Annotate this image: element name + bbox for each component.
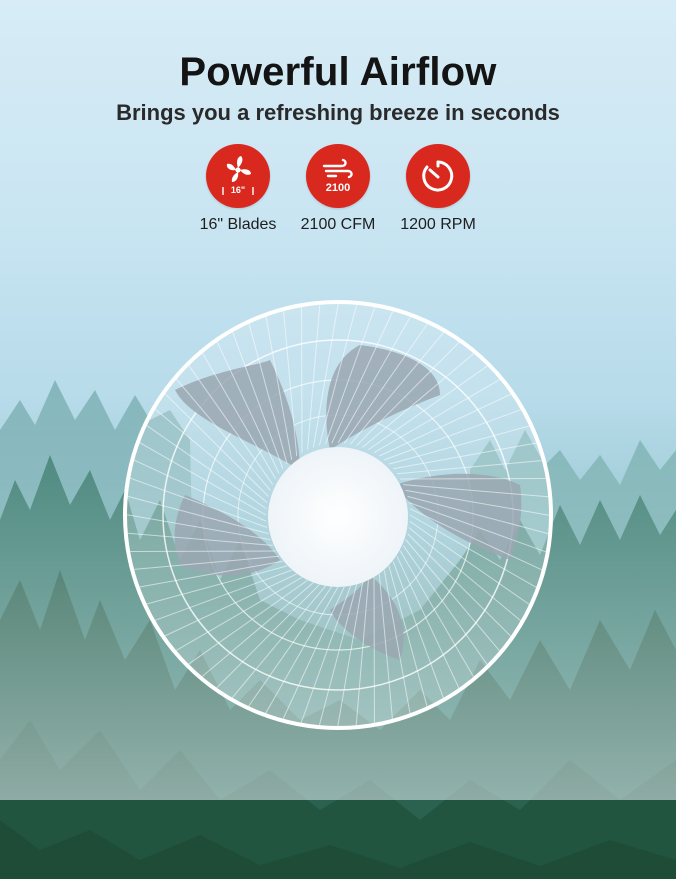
blade-size-text: 16" (231, 185, 245, 195)
product-banner: Powerful Airflow Brings you a refreshing… (0, 0, 676, 879)
fan-hub (268, 447, 408, 587)
feature-blades-badge: 16" (206, 144, 270, 208)
fan-illustration (123, 300, 553, 730)
feature-rpm-badge (406, 144, 470, 208)
feature-cfm-badge: 2100 (306, 144, 370, 208)
feature-rpm-label: 1200 RPM (400, 216, 476, 233)
timer-icon (422, 160, 454, 192)
cfm-value-text: 2100 (326, 182, 350, 194)
page-title: Powerful Airflow (179, 50, 497, 94)
page-subtitle: Brings you a refreshing breeze in second… (116, 100, 560, 125)
wind-icon: 2100 (322, 158, 353, 194)
fan-blade-icon: 16" (222, 156, 254, 195)
feature-rpm: 1200 RPM (378, 144, 498, 234)
